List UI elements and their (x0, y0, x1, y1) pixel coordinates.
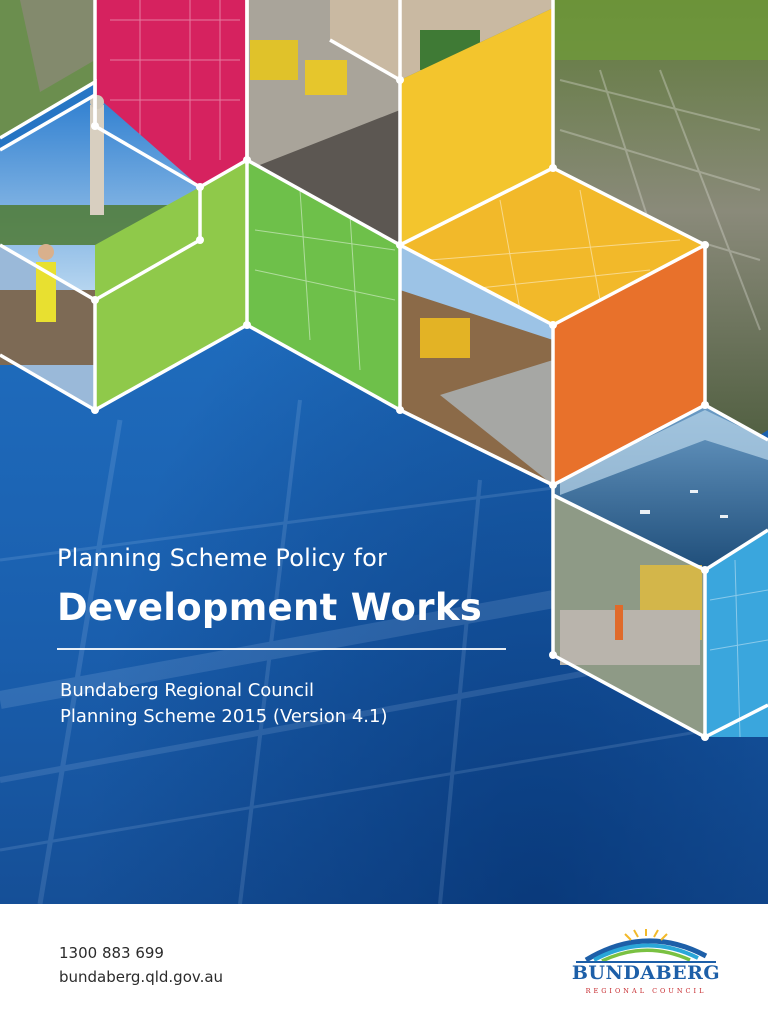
council-logo: BUNDABERG REGIONAL COUNCIL (566, 926, 726, 1000)
cover-panel: Planning Scheme Policy for Development W… (0, 0, 768, 904)
logo-emblem-icon (576, 929, 716, 963)
planning-scheme-version: Planning Scheme 2015 (Version 4.1) (60, 706, 388, 727)
policy-subtitle: Planning Scheme Policy for (57, 544, 388, 572)
title-divider (57, 648, 506, 650)
document-title: Development Works (57, 586, 483, 629)
hexagon-collage (0, 0, 768, 904)
logo-tagline: REGIONAL COUNCIL (585, 987, 707, 995)
website-link[interactable]: bundaberg.qld.gov.au (59, 965, 223, 989)
footer: 1300 883 699 bundaberg.qld.gov.au BUNDAB… (0, 904, 768, 1024)
contact-details: 1300 883 699 bundaberg.qld.gov.au (59, 941, 223, 989)
logo-wordmark: BUNDABERG (571, 962, 721, 984)
council-name: Bundaberg Regional Council (60, 680, 315, 701)
phone-number: 1300 883 699 (59, 944, 164, 962)
title-block: Planning Scheme Policy for Development W… (57, 544, 517, 727)
